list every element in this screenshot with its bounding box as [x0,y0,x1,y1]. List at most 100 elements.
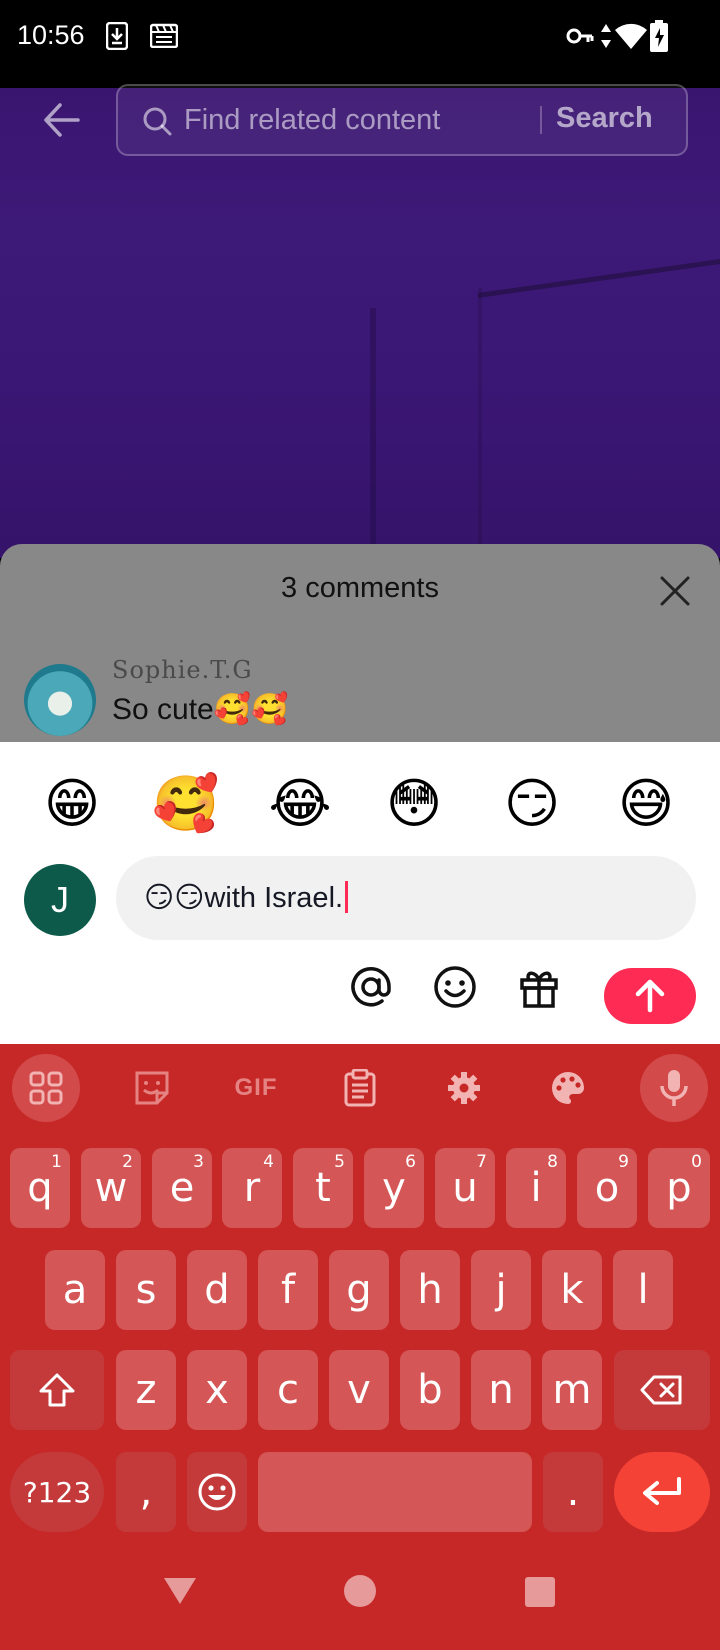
enter-key[interactable] [614,1452,710,1532]
backspace-icon [640,1375,682,1405]
key-label: o [594,1165,620,1211]
key-p[interactable]: p0 [648,1148,710,1228]
video-detail [478,288,482,558]
key-label: s [135,1267,157,1313]
key-label: g [346,1267,372,1313]
key-c[interactable]: c [258,1350,318,1430]
calendar-icon [150,23,178,48]
comma-key[interactable]: , [116,1452,176,1532]
key-label: h [417,1267,443,1313]
comment-input-text[interactable]: 😏😏with Israel. [144,880,349,915]
period-key[interactable]: . [543,1452,603,1532]
key-label: l [637,1267,649,1313]
key-q[interactable]: q1 [10,1148,70,1228]
vpn-key-icon [566,28,594,44]
comment-draft-text: 😏😏with Israel. [144,882,344,914]
comment-input[interactable]: 😏😏with Israel. [116,856,696,940]
home-circle-icon[interactable] [343,1574,377,1608]
key-h[interactable]: h [400,1250,460,1330]
clipboard-button[interactable] [326,1054,394,1122]
key-f[interactable]: f [258,1250,318,1330]
search-divider [540,106,542,134]
key-hint: 9 [618,1152,629,1172]
backspace-key[interactable] [614,1350,710,1430]
emoji-key[interactable] [187,1452,247,1532]
commenter-avatar[interactable] [24,664,96,736]
settings-button[interactable] [430,1054,498,1122]
key-label: v [347,1367,371,1413]
close-icon[interactable] [658,574,692,608]
key-b[interactable]: b [400,1350,460,1430]
key-label: x [205,1367,229,1413]
key-g[interactable]: g [329,1250,389,1330]
quick-emoji-button[interactable]: 🥰 [150,768,222,840]
wifi-icon [615,23,647,49]
battery-charging-icon [650,20,668,52]
back-triangle-icon[interactable] [162,1576,198,1606]
comments-count-title: 3 comments [281,572,439,604]
key-label: q [27,1165,53,1211]
key-a[interactable]: a [45,1250,105,1330]
quick-emoji-row: 😁 🥰 😂 😳 😏 😅 [0,768,720,840]
key-v[interactable]: v [329,1350,389,1430]
symbols-label: ?123 [22,1475,92,1509]
theme-button[interactable] [534,1054,602,1122]
key-label: t [315,1165,331,1211]
key-k[interactable]: k [542,1250,602,1330]
key-z[interactable]: z [116,1350,176,1430]
quick-emoji-button[interactable]: 😅 [610,768,682,840]
apps-grid-button[interactable] [12,1054,80,1122]
key-s[interactable]: s [116,1250,176,1330]
recents-square-icon[interactable] [524,1576,556,1608]
mention-icon[interactable] [348,964,394,1010]
gear-icon [448,1072,480,1104]
emoji-icon [198,1473,236,1511]
commenter-username[interactable]: Sophie.T.G [112,656,253,684]
key-label: z [135,1367,157,1413]
space-key[interactable] [258,1452,532,1532]
symbols-key[interactable]: ?123 [10,1452,104,1532]
quick-emoji-button[interactable]: 😏 [496,768,568,840]
key-y[interactable]: y6 [364,1148,424,1228]
shift-key[interactable] [10,1350,104,1430]
voice-input-button[interactable] [640,1054,708,1122]
comment-text: So cute🥰🥰 [112,693,289,726]
key-w[interactable]: w2 [81,1148,141,1228]
search-bar[interactable]: Search [116,84,688,156]
key-hint: 3 [193,1152,204,1172]
key-x[interactable]: x [187,1350,247,1430]
key-label: b [417,1367,443,1413]
key-t[interactable]: t5 [293,1148,353,1228]
key-r[interactable]: r4 [222,1148,282,1228]
search-icon [143,107,172,136]
search-button[interactable]: Search [556,102,653,135]
gift-icon[interactable] [516,964,562,1010]
back-arrow-icon[interactable] [38,96,86,144]
send-button[interactable] [604,968,696,1024]
key-o[interactable]: o9 [577,1148,637,1228]
key-e[interactable]: e3 [152,1148,212,1228]
key-l[interactable]: l [613,1250,673,1330]
gif-button[interactable]: GIF [222,1054,290,1122]
key-label: . [566,1469,580,1515]
key-hint: 4 [263,1152,274,1172]
key-n[interactable]: n [471,1350,531,1430]
key-hint: 0 [691,1152,702,1172]
key-hint: 5 [334,1152,345,1172]
quick-emoji-button[interactable]: 😁 [36,768,108,840]
quick-emoji-button[interactable]: 😳 [378,768,450,840]
key-label: p [666,1165,692,1211]
key-u[interactable]: u7 [435,1148,495,1228]
clipboard-icon [344,1069,376,1107]
search-input[interactable] [184,100,544,140]
key-i[interactable]: i8 [506,1148,566,1228]
key-label: a [62,1267,88,1313]
sticker-button[interactable] [118,1054,186,1122]
key-hint: 2 [122,1152,133,1172]
quick-emoji-button[interactable]: 😂 [264,768,336,840]
emoji-icon[interactable] [432,964,478,1010]
key-m[interactable]: m [542,1350,602,1430]
palette-icon [552,1072,584,1104]
key-d[interactable]: d [187,1250,247,1330]
key-j[interactable]: j [471,1250,531,1330]
